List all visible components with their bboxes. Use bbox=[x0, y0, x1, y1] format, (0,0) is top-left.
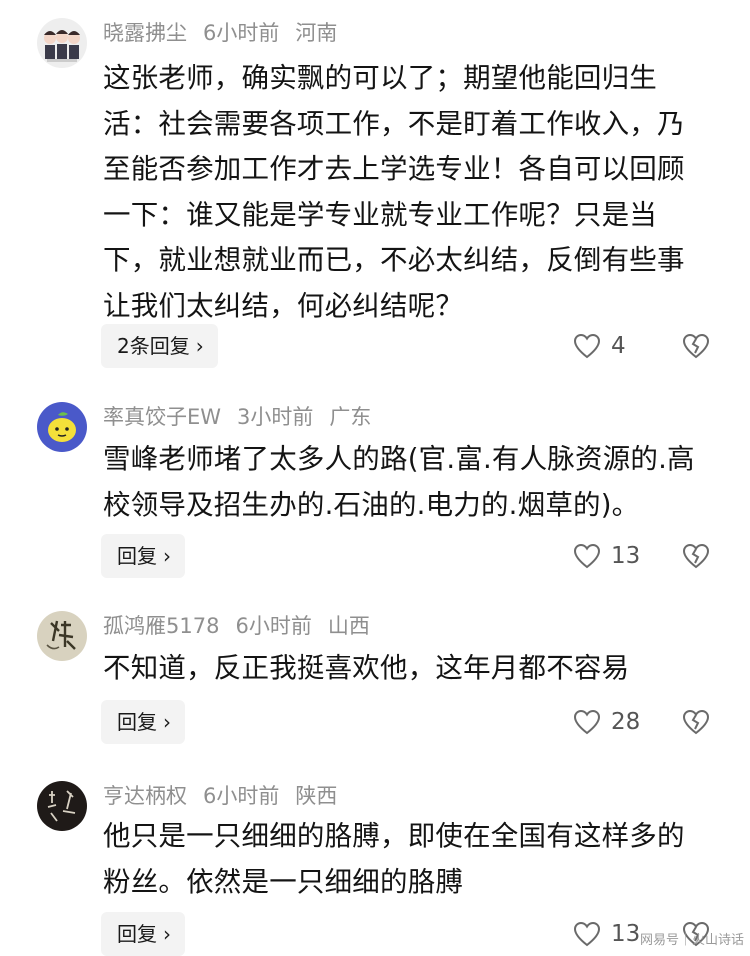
reply-label: 2条回复 bbox=[117, 334, 190, 358]
comment-text: 他只是一只细细的胳膊，即使在全国有这样多的 粉丝。依然是一只细细的胳膊 bbox=[103, 814, 723, 905]
comment-line: 下，就业想就业而已，不必太纠结，反倒有些事 bbox=[103, 244, 685, 277]
avatar[interactable] bbox=[37, 611, 87, 661]
dislike-button[interactable] bbox=[682, 534, 710, 578]
like-count: 28 bbox=[611, 709, 641, 735]
heart-icon bbox=[573, 333, 601, 359]
timestamp: 3小时前 bbox=[237, 405, 314, 429]
comment-meta: 率真饺子EW 3小时前 广东 bbox=[103, 402, 387, 432]
comment-line: 不知道，反正我挺喜欢他，这年月都不容易 bbox=[103, 652, 630, 684]
location: 广东 bbox=[329, 405, 372, 429]
heart-icon bbox=[573, 709, 601, 735]
timestamp: 6小时前 bbox=[235, 614, 312, 638]
like-button[interactable]: 28 bbox=[573, 700, 647, 744]
username[interactable]: 晓露拂尘 bbox=[103, 21, 187, 45]
comment-meta: 晓露拂尘 6小时前 河南 bbox=[103, 18, 353, 48]
chevron-right-icon: › bbox=[195, 334, 204, 358]
broken-heart-icon bbox=[682, 333, 710, 359]
chevron-right-icon: › bbox=[163, 544, 171, 568]
avatar[interactable] bbox=[37, 402, 87, 452]
location: 河南 bbox=[295, 21, 338, 45]
like-count: 13 bbox=[611, 543, 641, 569]
reply-label: 回复 bbox=[117, 544, 157, 568]
heart-icon bbox=[573, 921, 601, 947]
reply-label: 回复 bbox=[117, 710, 157, 734]
reply-button[interactable]: 回复 › bbox=[101, 534, 185, 578]
comment-line: 他只是一只细细的胳膊，即使在全国有这样多的 bbox=[103, 820, 685, 852]
reply-button[interactable]: 回复 › bbox=[101, 700, 185, 744]
avatar[interactable] bbox=[37, 781, 87, 831]
like-button[interactable]: 4 bbox=[573, 324, 647, 368]
comment-meta: 孤鸿雁5178 6小时前 山西 bbox=[103, 611, 386, 641]
chevron-right-icon: › bbox=[163, 710, 171, 734]
location: 山西 bbox=[327, 614, 370, 638]
timestamp: 6小时前 bbox=[203, 784, 280, 808]
broken-heart-icon bbox=[682, 543, 710, 569]
reply-button[interactable]: 回复 › bbox=[101, 912, 185, 956]
comment-line: 一下：谁又能是学专业就专业工作呢？只是当 bbox=[103, 198, 657, 231]
comment-line: 让我们太纠结，何必纠结呢？ bbox=[103, 289, 464, 322]
heart-icon bbox=[573, 543, 601, 569]
comment-line: 雪峰老师堵了太多人的路(官.富.有人脉资源的.高 bbox=[103, 443, 695, 475]
comment-line: 这张老师，确实飘的可以了；期望他能回归生 bbox=[103, 62, 657, 94]
dislike-button[interactable] bbox=[682, 324, 710, 368]
broken-heart-icon bbox=[682, 709, 710, 735]
watermark: 网易号｜火山诗话 bbox=[639, 933, 744, 948]
location: 陕西 bbox=[295, 784, 338, 808]
like-button[interactable]: 13 bbox=[573, 534, 647, 578]
avatar[interactable] bbox=[37, 18, 87, 68]
timestamp: 6小时前 bbox=[203, 21, 280, 45]
like-count: 4 bbox=[611, 333, 626, 359]
view-replies-button[interactable]: 2条回复 › bbox=[101, 324, 218, 368]
comment-text: 雪峰老师堵了太多人的路(官.富.有人脉资源的.高 校领导及招生办的.石油的.电力… bbox=[103, 437, 723, 528]
comment-line: 活：社会需要各项工作，不是盯着工作收入，乃 bbox=[103, 107, 685, 140]
comment-line: 至能否参加工作才去上学选专业！各自可以回顾 bbox=[103, 153, 685, 186]
reply-label: 回复 bbox=[117, 922, 157, 946]
comment-line: 校领导及招生办的.石油的.电力的.烟草的)。 bbox=[103, 488, 640, 521]
username[interactable]: 率真饺子EW bbox=[103, 405, 221, 429]
comment-text: 不知道，反正我挺喜欢他，这年月都不容易 bbox=[103, 646, 723, 692]
dislike-button[interactable] bbox=[682, 700, 710, 744]
chevron-right-icon: › bbox=[163, 922, 171, 946]
comment-text: 这张老师，确实飘的可以了；期望他能回归生 活：社会需要各项工作，不是盯着工作收入… bbox=[103, 56, 723, 330]
username[interactable]: 孤鸿雁5178 bbox=[103, 614, 219, 638]
comment-line: 粉丝。依然是一只细细的胳膊 bbox=[103, 865, 464, 898]
like-button[interactable]: 13 bbox=[573, 912, 647, 956]
username[interactable]: 亨达柄权 bbox=[103, 784, 187, 808]
comment-meta: 亨达柄权 6小时前 陕西 bbox=[103, 781, 353, 811]
